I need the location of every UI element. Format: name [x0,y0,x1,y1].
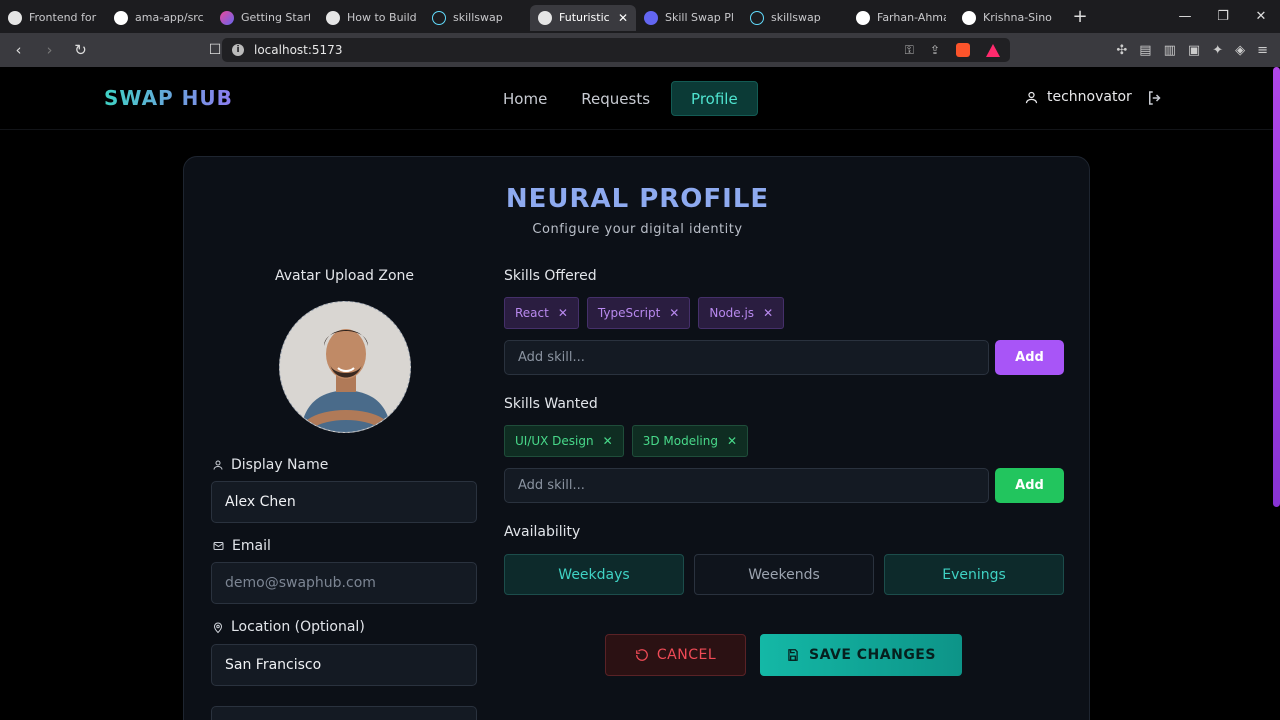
avatar-upload-label: Avatar Upload Zone [274,268,415,284]
location-field[interactable] [211,644,477,686]
vpn-icon[interactable]: ◈ [1235,43,1245,58]
browser-tab[interactable]: Krishna-Sinoria [954,5,1060,31]
reload-icon[interactable]: ↻ [68,38,93,63]
maximize-icon[interactable]: ❐ [1204,0,1242,33]
wallet-icon[interactable]: ▣ [1188,43,1200,58]
availability-label: Availability [504,524,581,540]
browser-toolbar: ‹ › ↻ ☐ i localhost:5173 ⚿ ⇪ ✣ ▤ ▥ ▣ ✦ ◈… [0,33,1280,67]
new-tab-button[interactable]: + [1070,6,1090,27]
availability-weekdays[interactable]: Weekdays [504,554,684,595]
favicon-icon [644,10,658,25]
map-pin-icon [213,622,223,633]
user-icon [213,460,223,470]
add-skill-wanted-button[interactable]: Add [995,468,1064,503]
nav-links: Home Requests Profile [490,81,758,116]
scrollbar[interactable] [1273,67,1280,507]
availability-weekends[interactable]: Weekends [694,554,874,595]
logout-icon[interactable] [1146,89,1164,107]
key-icon[interactable]: ⚿ [905,43,914,58]
extensions-icon[interactable]: ✣ [1116,43,1127,58]
user-icon [1025,91,1038,103]
brave-shield-icon[interactable] [956,43,970,57]
skills-offered-chips: React ✕ TypeScript ✕ Node.js ✕ [504,297,785,329]
cancel-button[interactable]: CANCEL [605,634,746,676]
nav-requests[interactable]: Requests [568,81,663,116]
skill-chip: UI/UX Design ✕ [504,425,624,457]
minimize-icon[interactable]: — [1166,0,1204,33]
availability-evenings[interactable]: Evenings [884,554,1064,595]
avatar-upload-zone[interactable] [279,301,411,433]
email-field[interactable] [211,562,477,604]
remove-icon[interactable]: ✕ [558,306,568,320]
app-logo[interactable]: SWAP HUB [104,86,233,110]
profile-card: NEURAL PROFILE Configure your digital id… [183,156,1090,720]
additional-field[interactable] [211,706,477,720]
browser-tab[interactable]: Farhan-Ahmad8 [848,5,954,31]
top-navigation: SWAP HUB Home Requests Profile technovat… [0,67,1280,130]
leo-icon[interactable]: ✦ [1212,43,1223,58]
save-icon [788,649,798,661]
skill-chip: React ✕ [504,297,579,329]
add-skill-offered-button[interactable]: Add [995,340,1064,375]
skill-chip: Node.js ✕ [698,297,785,329]
avatar-image [280,302,410,432]
skills-wanted-chips: UI/UX Design ✕ 3D Modeling ✕ [504,425,749,457]
browser-tab[interactable]: Skill Swap Platfi [636,5,742,31]
browser-tab-bar: Frontend for AI ama-app/src/ap Getting S… [0,0,1280,33]
add-skill-wanted-input[interactable] [504,468,989,503]
react-icon [432,10,446,25]
username: technovator [1047,89,1132,105]
site-info-icon[interactable]: i [232,44,244,56]
reader-icon[interactable]: ▤ [1139,43,1151,58]
browser-tab[interactable]: Frontend for AI [0,5,106,31]
skill-chip: TypeScript ✕ [586,297,691,329]
page-title: NEURAL PROFILE [505,184,770,214]
url-text: localhost:5173 [254,43,343,57]
mail-icon [213,542,224,550]
github-icon [856,10,870,25]
close-window-icon[interactable]: ✕ [1242,0,1280,33]
github-icon [962,10,976,25]
address-bar[interactable]: i localhost:5173 ⚿ ⇪ [222,38,1010,62]
close-tab-icon[interactable]: ✕ [618,11,628,25]
skills-wanted-label: Skills Wanted [504,396,598,412]
display-name-label: Display Name [212,457,328,473]
brave-rewards-icon[interactable] [986,43,1000,57]
display-name-field[interactable] [211,481,477,523]
skills-offered-label: Skills Offered [504,268,597,284]
location-label: Location (Optional) [212,619,365,635]
share-icon[interactable]: ⇪ [930,43,940,57]
remove-icon[interactable]: ✕ [727,434,737,448]
add-skill-offered-input[interactable] [504,340,989,375]
back-icon[interactable]: ‹ [6,38,31,63]
github-icon [114,10,128,25]
browser-tab[interactable]: How to Build a [318,5,424,31]
page-subtitle: Configure your digital identity [532,222,743,237]
app-viewport: SWAP HUB Home Requests Profile technovat… [0,67,1280,720]
remove-icon[interactable]: ✕ [763,306,773,320]
nav-home[interactable]: Home [490,81,560,116]
user-menu[interactable]: technovator [1024,89,1132,105]
browser-tab[interactable]: Getting Started [212,5,318,31]
save-changes-button[interactable]: SAVE CHANGES [760,634,962,676]
forward-icon[interactable]: › [37,38,62,63]
favicon-icon [8,10,22,25]
favicon-icon [538,10,552,25]
browser-tab-active[interactable]: Futuristic S✕ [530,4,636,31]
nav-profile[interactable]: Profile [671,81,758,116]
browser-tab[interactable]: skillswap [742,5,848,31]
favicon-icon [326,10,340,25]
remove-icon[interactable]: ✕ [669,306,679,320]
menu-icon[interactable]: ≡ [1257,43,1268,58]
sidebar-icon[interactable]: ▥ [1164,43,1176,58]
favicon-icon [220,10,234,25]
undo-icon [635,649,648,661]
window-controls: — ❐ ✕ [1166,0,1280,33]
email-label: Email [212,538,271,554]
react-icon [750,10,764,25]
browser-tab[interactable]: skillswap [424,5,530,31]
browser-tab[interactable]: ama-app/src/ap [106,5,212,31]
remove-icon[interactable]: ✕ [603,434,613,448]
skill-chip: 3D Modeling ✕ [631,425,749,457]
